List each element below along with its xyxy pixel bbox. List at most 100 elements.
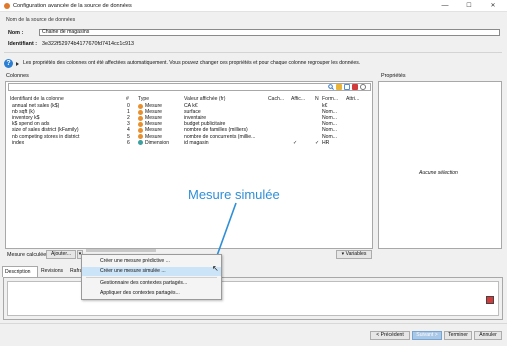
measure-icon <box>138 134 143 139</box>
cell-type: Mesure <box>145 127 162 134</box>
cell-format: Nom... <box>322 115 338 122</box>
tab-refresh[interactable]: Rafra <box>68 266 82 277</box>
cell-type: Mesure <box>145 115 162 122</box>
cell-format: Nom... <box>322 121 338 128</box>
header-attribute[interactable]: Attri... <box>346 96 359 102</box>
cell-type: Dimension <box>145 139 170 146</box>
header-format[interactable]: Form... <box>322 96 338 102</box>
tab-revisions[interactable]: Revisions <box>39 266 69 277</box>
title-bar: Configuration avancée de la source de do… <box>0 0 507 12</box>
window-title: Configuration avancée de la source de do… <box>13 3 132 9</box>
cell-number: 6 <box>127 139 130 146</box>
cell-type: Mesure <box>145 121 162 128</box>
measure-icon <box>138 115 143 121</box>
columns-panel: Identifiant de la colonne # Type Valeur … <box>5 81 373 249</box>
menu-separator <box>86 277 217 278</box>
cell-column-id: size of sales district (kFamily) <box>12 127 79 134</box>
menu-item-shared-context-manager[interactable]: Gestionnaire des contextes partagés... <box>82 279 221 288</box>
cell-column-id: k$ spend on ads <box>12 121 50 128</box>
cell-type: Mesure <box>145 103 162 109</box>
cell-display-value: CA k€ <box>184 103 198 109</box>
measure-label: Mesure calculée: <box>7 252 48 258</box>
header-type[interactable]: Type <box>138 96 149 102</box>
cell-number: 4 <box>127 127 130 134</box>
properties-panel-title: Propriétés <box>381 73 406 79</box>
table-row[interactable]: index 6 Dimension id magasin ✓ ✓ HR <box>6 140 372 146</box>
collapse-icon[interactable] <box>344 84 350 90</box>
header-column-id[interactable]: Identifiant de la colonne <box>10 96 64 102</box>
cell-type: Mesure <box>145 133 162 140</box>
cell-format: Nom... <box>322 109 338 116</box>
cancel-button[interactable]: Annuler <box>474 331 502 340</box>
properties-panel: Aucune sélection <box>378 81 502 249</box>
cell-type: Mesure <box>145 109 162 116</box>
separator <box>4 52 502 53</box>
measure-icon <box>138 109 143 115</box>
id-label: Identifiant : <box>8 41 38 47</box>
tab-description[interactable]: Description <box>2 266 38 277</box>
cell-format: HR <box>322 139 330 146</box>
cell-number: 2 <box>127 115 130 122</box>
cell-displayed: ✓ <box>293 139 298 146</box>
cell-number: 1 <box>127 109 130 116</box>
menu-item-predictive-measure[interactable]: Créer une mesure prédictive ... <box>82 257 221 266</box>
menu-scroll-hint <box>86 249 156 252</box>
menu-item-simulated-measure[interactable]: Créer une mesure simulée ... <box>82 267 221 276</box>
header-display-value[interactable]: Valeur affichée (fr) <box>184 96 225 102</box>
cell-number: 3 <box>127 121 130 128</box>
cell-n: ✓ <box>315 139 320 146</box>
description-panel <box>3 277 503 320</box>
cell-display-value: inventaire <box>184 115 207 122</box>
measure-icon <box>138 103 143 109</box>
next-button[interactable]: Suivant > <box>412 331 442 340</box>
app-logo-icon <box>4 3 10 9</box>
cell-column-id: index <box>12 139 25 146</box>
id-value: 3e322f52974b4177670fd7414cc1c913 <box>42 41 135 47</box>
cell-column-id: nb competing stores in district <box>12 133 80 140</box>
cell-display-value: nombre de familles (milliers) <box>184 127 248 134</box>
minimize-button[interactable]: — <box>436 1 454 11</box>
cell-display-value: nombre de concurrents (millie... <box>184 133 256 140</box>
cell-column-id: inventory k$ <box>12 115 40 122</box>
variables-label: Variables <box>345 251 367 257</box>
filter-icon[interactable] <box>352 84 358 90</box>
add-measure-menu: Créer une mesure prédictive ... Créer un… <box>81 254 222 300</box>
cell-display-value: surface <box>184 109 201 116</box>
source-section-label: Nom de la source de données <box>6 17 76 23</box>
name-label: Nom : <box>8 30 24 36</box>
settings-icon[interactable] <box>360 84 366 90</box>
cell-display-value: id magasin <box>184 139 209 146</box>
chart-icon[interactable] <box>336 84 342 90</box>
variables-button[interactable]: ▾ Variables <box>336 250 372 259</box>
cell-number: 0 <box>127 103 130 109</box>
columns-panel-title: Colonnes <box>6 73 29 79</box>
info-text: Les propriétés des colonnes ont été affe… <box>23 60 361 66</box>
question-icon[interactable]: ? <box>4 59 13 68</box>
footer-separator <box>0 323 507 324</box>
header-displayed[interactable]: Affic... <box>291 96 305 102</box>
header-hidden[interactable]: Cach... <box>268 96 284 102</box>
measure-icon <box>138 121 143 127</box>
maximize-button[interactable]: ☐ <box>460 1 478 11</box>
cell-format: Nom... <box>322 133 338 140</box>
save-icon[interactable] <box>486 296 494 304</box>
columns-search-input[interactable] <box>8 83 371 91</box>
cell-display-value: budget publicitaire <box>184 121 226 128</box>
no-selection-text: Aucune sélection <box>419 170 458 176</box>
name-input[interactable]: Chaine de magasins <box>39 29 500 36</box>
header-n[interactable]: N <box>315 96 319 102</box>
search-icon[interactable] <box>328 84 334 90</box>
finish-button[interactable]: Terminer <box>444 331 472 340</box>
measure-icon <box>138 127 143 133</box>
menu-item-apply-shared-contexts[interactable]: Appliquer des contextes partagés... <box>82 289 221 298</box>
header-number[interactable]: # <box>126 96 129 102</box>
mouse-cursor-icon: ↖ <box>212 264 219 273</box>
cell-number: 5 <box>127 133 130 140</box>
cell-column-id: nb sqft (k) <box>12 109 35 116</box>
add-measure-button[interactable]: Ajouter... <box>46 250 76 259</box>
expand-arrow-icon[interactable] <box>16 62 19 66</box>
previous-button[interactable]: < Précédent <box>370 331 410 340</box>
close-button[interactable]: ✕ <box>484 1 502 11</box>
cell-column-id: annual net sales (k$) <box>12 103 60 109</box>
dimension-icon <box>138 140 143 146</box>
